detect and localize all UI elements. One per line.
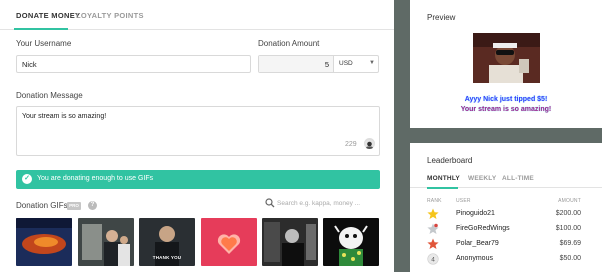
leaderboard-user: Pinoguido21 — [456, 210, 495, 217]
preview-card: Preview Ayyy Nick just tipped $5! Your s… — [410, 0, 602, 128]
leaderboard-title: Leaderboard — [427, 156, 473, 165]
leaderboard-row: 4 Anonymous $50.00 — [410, 252, 602, 267]
rank-header: RANK — [427, 198, 442, 204]
gif-thumbnail[interactable] — [78, 218, 134, 266]
gif-thumbnail[interactable]: THANK YOU — [139, 218, 195, 266]
silver-star-icon — [427, 223, 439, 234]
check-circle-icon: ✓ — [22, 174, 32, 184]
amount-field: 5 USD ▼ — [258, 55, 379, 73]
alert-text: You are donating enough to use GIFs — [37, 175, 154, 182]
preview-alert-line1: Ayyy Nick just tipped $5! — [464, 96, 548, 103]
gifs-label: Donation GIFs — [16, 201, 68, 210]
tab-all-time[interactable]: ALL-TIME — [502, 175, 534, 182]
streamer-avatar-icon — [364, 138, 375, 149]
gif-caption: THANK YOU — [152, 255, 182, 260]
leaderboard-user: Polar_Bear79 — [456, 240, 499, 247]
leaderboard-amount: $69.69 — [559, 240, 581, 247]
currency-value: USD — [339, 60, 353, 67]
gif-search-input[interactable]: Search e.g. kappa, money ... — [277, 200, 360, 207]
gif-eligible-alert: ✓ You are donating enough to use GIFs — [16, 170, 380, 189]
leaderboard-tabs: MONTHLY WEEKLY ALL-TIME — [410, 171, 602, 189]
gif-thumbnail[interactable] — [201, 218, 257, 266]
leaderboard-amount: $100.00 — [555, 225, 581, 232]
rank-number: 4 — [431, 256, 435, 263]
message-textarea[interactable]: Your stream is so amazing! 229 — [16, 106, 380, 156]
leaderboard-amount: $200.00 — [555, 210, 581, 217]
tab-loyalty-points[interactable]: LOYALTY POINTS — [76, 11, 144, 20]
gold-star-icon — [427, 208, 439, 219]
leaderboard-row: FireGoRedWings $100.00 — [410, 222, 602, 237]
user-header: USER — [456, 198, 471, 204]
amount-header: AMOUNT — [558, 198, 581, 204]
donation-tabs: DONATE MONEY LOYALTY POINTS — [0, 0, 394, 30]
search-icon — [265, 198, 275, 208]
amount-input[interactable]: 5 — [259, 56, 334, 72]
char-count: 229 — [345, 141, 357, 148]
preview-title: Preview — [427, 13, 456, 22]
pro-badge: PRO — [67, 202, 81, 210]
leaderboard-row: Pinoguido21 $200.00 — [410, 207, 602, 222]
active-tab-indicator — [14, 28, 68, 30]
preview-gif — [473, 33, 540, 83]
leaderboard-user: Anonymous — [456, 255, 493, 262]
message-text: Your stream is so amazing! — [22, 113, 107, 120]
gif-thumbnail[interactable] — [16, 218, 72, 266]
leaderboard-user: FireGoRedWings — [456, 225, 510, 232]
tab-donate-money[interactable]: DONATE MONEY — [16, 11, 80, 20]
gif-thumbnail[interactable] — [323, 218, 379, 266]
username-label: Your Username — [16, 39, 72, 48]
tab-weekly[interactable]: WEEKLY — [468, 175, 496, 182]
leaderboard-row: Polar_Bear79 $69.69 — [410, 237, 602, 252]
rank-badge-icon: 4 — [427, 253, 439, 265]
chevron-down-icon: ▼ — [369, 60, 375, 66]
active-tab-indicator — [427, 187, 458, 189]
help-icon[interactable]: ? — [88, 201, 97, 210]
currency-select[interactable]: USD ▼ — [335, 56, 379, 72]
leaderboard-card: Leaderboard MONTHLY WEEKLY ALL-TIME RANK… — [410, 143, 602, 272]
gif-thumbnail[interactable] — [262, 218, 318, 266]
bronze-star-icon — [427, 238, 439, 249]
preview-alert-line2: Your stream is so amazing! — [460, 106, 552, 113]
amount-label: Donation Amount — [258, 39, 320, 48]
leaderboard-amount: $50.00 — [559, 255, 581, 262]
username-input[interactable]: Nick — [16, 55, 251, 73]
donation-card: DONATE MONEY LOYALTY POINTS Your Usernam… — [0, 0, 394, 272]
tab-monthly[interactable]: MONTHLY — [427, 175, 460, 182]
message-label: Donation Message — [16, 91, 83, 100]
